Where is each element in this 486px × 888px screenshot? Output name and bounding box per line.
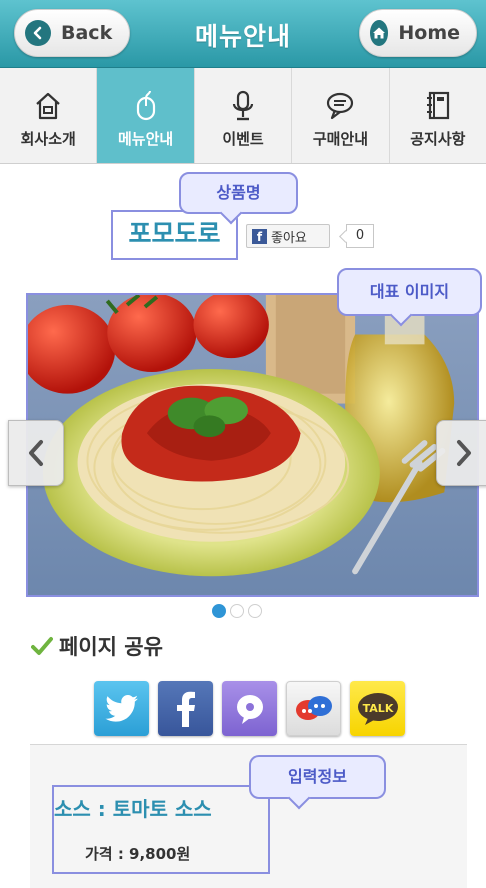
kakaostory-icon — [236, 694, 263, 724]
page-title: 메뉴안내 — [194, 22, 291, 51]
speech-bubble-icon — [327, 92, 354, 120]
product-price: 가격 : 9,800원 — [85, 845, 191, 863]
slider-pagination — [212, 604, 262, 618]
chevron-left-icon — [29, 440, 43, 466]
back-arrow-icon — [25, 20, 51, 46]
twitter-icon — [104, 694, 138, 722]
product-header: 포모도로 f 좋아요 0 — [0, 210, 486, 260]
back-label: Back — [61, 22, 113, 44]
callout-input-info: 입력정보 — [249, 755, 386, 799]
chevron-right-icon — [457, 440, 471, 466]
like-count: 0 — [346, 224, 374, 248]
tab-purchase[interactable]: 구매안내 — [292, 68, 390, 163]
tab-label: 회사소개 — [20, 130, 76, 148]
share-kakaostory-button[interactable] — [222, 681, 277, 736]
tab-menu[interactable]: 메뉴안내 — [97, 68, 195, 163]
facebook-like-button[interactable]: f 좋아요 — [246, 224, 330, 248]
share-heading: 페이지 공유 — [31, 631, 163, 661]
tab-company[interactable]: 회사소개 — [0, 68, 98, 163]
mouse-icon — [136, 90, 155, 121]
tab-label: 공지사항 — [410, 130, 466, 148]
microphone-icon — [232, 90, 254, 121]
facebook-icon — [176, 691, 195, 727]
kakaotalk-icon: TALK — [357, 692, 398, 725]
spaghetti-photo — [28, 295, 477, 595]
house-icon — [36, 92, 60, 120]
tab-event[interactable]: 이벤트 — [195, 68, 293, 163]
home-button[interactable]: Home — [359, 9, 477, 57]
share-kakaotalk-button[interactable]: TALK — [350, 681, 405, 736]
share-facebook-button[interactable] — [158, 681, 213, 736]
callout-product-name: 상품명 — [179, 172, 298, 214]
share-chat-button[interactable] — [286, 681, 341, 736]
share-buttons: TALK — [94, 681, 405, 736]
product-sauce: 소스 : 토마토 소스 — [54, 797, 212, 821]
tab-label: 이벤트 — [222, 130, 264, 148]
like-label: 좋아요 — [271, 230, 307, 246]
slider-next-button[interactable] — [436, 420, 486, 486]
home-label: Home — [398, 22, 460, 44]
home-icon — [370, 20, 389, 46]
slider-prev-button[interactable] — [8, 420, 64, 486]
slider-dot[interactable] — [212, 604, 226, 618]
back-button[interactable]: Back — [14, 9, 130, 57]
facebook-icon: f — [252, 228, 267, 244]
share-title: 페이지 공유 — [59, 635, 163, 659]
main-image[interactable] — [26, 293, 479, 597]
slider-dot[interactable] — [230, 604, 244, 618]
tab-bar: 회사소개 메뉴안내 이벤트 구매안내 공지사항 — [0, 68, 486, 164]
callout-main-image: 대표 이미지 — [337, 268, 482, 316]
chat-icon — [295, 695, 332, 720]
product-name: 포모도로 — [111, 210, 238, 260]
notebook-icon — [426, 91, 449, 120]
checkmark-icon — [31, 637, 53, 655]
header-bar: Back 메뉴안내 Home — [0, 0, 486, 68]
tab-notice[interactable]: 공지사항 — [390, 68, 486, 163]
tab-label: 메뉴안내 — [118, 130, 174, 148]
talk-label: TALK — [362, 702, 393, 715]
tab-label: 구매안내 — [312, 130, 369, 148]
slider-dot[interactable] — [248, 604, 262, 618]
share-twitter-button[interactable] — [94, 681, 149, 736]
